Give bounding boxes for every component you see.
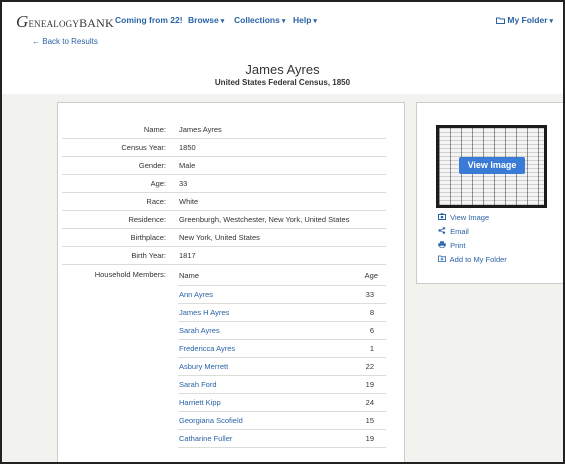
record-subtitle: United States Federal Census, 1850 xyxy=(214,78,351,87)
share-icon xyxy=(438,227,448,236)
field-label: Name: xyxy=(143,125,166,134)
field-row-birth-year: Birth Year: 1817 xyxy=(62,247,386,265)
household-member-age: 1 xyxy=(369,344,374,353)
nav-browse[interactable]: Browse ▾ xyxy=(188,15,224,25)
chevron-down-icon: ▾ xyxy=(220,18,225,25)
household-member-link[interactable]: Fredericca Ayres xyxy=(179,344,235,353)
household-row: Fredericca Ayres 1 xyxy=(178,340,386,358)
field-value: Greenburgh, Westchester, New York, Unite… xyxy=(179,215,350,224)
chevron-down-icon: ▾ xyxy=(313,18,317,25)
field-row-residence: Residence: Greenburgh, Westchester, New … xyxy=(62,211,386,229)
field-row-gender: Gender: Male xyxy=(62,157,386,175)
household-member-link[interactable]: James H Ayres xyxy=(179,308,229,317)
household-row: Ann Ayres 33 xyxy=(178,286,386,304)
field-row-name: Name: James Ayres xyxy=(62,121,386,139)
nav-help[interactable]: Help ▾ xyxy=(293,15,317,25)
email-link[interactable]: Email xyxy=(438,227,469,236)
field-row-race: Race: White xyxy=(62,193,386,211)
field-row-census-year: Census Year: 1850 xyxy=(62,139,386,157)
logo-text: ENEALOGY xyxy=(28,19,80,29)
household-member-link[interactable]: Sarah Ayres xyxy=(179,326,220,335)
household-member-age: 33 xyxy=(365,290,374,299)
household-member-age: 19 xyxy=(365,434,374,443)
nav-coming-from-22[interactable]: Coming from 22! xyxy=(115,15,183,25)
field-row-age: Age: 33 xyxy=(62,175,386,193)
field-label: Race: xyxy=(146,197,166,206)
record-title: James Ayres xyxy=(245,62,320,77)
household-row: Sarah Ford 19 xyxy=(178,376,386,394)
household-member-link[interactable]: Asbury Merrett xyxy=(179,362,228,371)
household-row: James H Ayres 8 xyxy=(178,304,386,322)
field-label: Census Year: xyxy=(121,143,166,152)
household-member-link[interactable]: Harriett Kipp xyxy=(179,398,221,407)
chevron-down-icon: ▾ xyxy=(549,18,554,25)
census-image-thumbnail[interactable]: View Image xyxy=(436,125,547,208)
add-to-my-folder-link[interactable]: Add to My Folder xyxy=(438,255,507,264)
column-header-name: Name xyxy=(179,271,200,280)
field-value: 1850 xyxy=(179,143,196,152)
chevron-down-icon: ▾ xyxy=(281,18,286,25)
household-member-age: 15 xyxy=(365,416,374,425)
genealogybank-logo[interactable]: GENEALOGYBANK xyxy=(16,12,114,32)
back-to-results-link[interactable]: ← Back to Results xyxy=(32,37,98,46)
household-member-link[interactable]: Catharine Fuller xyxy=(179,434,232,443)
household-member-link[interactable]: Sarah Ford xyxy=(179,380,217,389)
field-label: Birthplace: xyxy=(130,233,166,242)
top-navigation: GENEALOGYBANK Coming from 22! Browse ▾ Co… xyxy=(2,2,563,36)
nav-my-folder[interactable]: My Folder ▾ xyxy=(496,15,553,25)
household-row: Harriett Kipp 24 xyxy=(178,394,386,412)
household-row: Georgiana Scofield 15 xyxy=(178,412,386,430)
field-value: White xyxy=(179,197,199,206)
view-image-button[interactable]: View Image xyxy=(459,157,525,174)
logo-initial: G xyxy=(16,12,29,31)
household-member-age: 24 xyxy=(365,398,374,407)
field-label: Gender: xyxy=(138,161,166,170)
folder-icon xyxy=(496,17,505,24)
column-header-age: Age xyxy=(364,271,378,280)
household-member-age: 22 xyxy=(365,362,374,371)
household-member-age: 6 xyxy=(369,326,374,335)
household-member-age: 19 xyxy=(365,380,374,389)
household-member-age: 8 xyxy=(369,308,374,317)
folder-add-icon xyxy=(438,255,448,264)
field-value: 33 xyxy=(179,179,188,188)
field-label: Age: xyxy=(150,179,166,188)
field-value: James Ayres xyxy=(179,125,222,134)
field-row-birthplace: Birthplace: New York, United States xyxy=(62,229,386,247)
household-row: Sarah Ayres 6 xyxy=(178,322,386,340)
arrow-left-icon: ← xyxy=(32,37,40,46)
field-value: 1817 xyxy=(179,251,196,260)
household-member-link[interactable]: Georgiana Scofield xyxy=(179,416,243,425)
census-page-preview: View Image xyxy=(439,128,544,205)
app-window: GENEALOGYBANK Coming from 22! Browse ▾ Co… xyxy=(0,0,565,464)
field-label: Birth Year: xyxy=(131,251,166,260)
nav-collections[interactable]: Collections ▾ xyxy=(234,15,285,25)
household-members-label: Household Members: xyxy=(94,270,166,279)
camera-icon xyxy=(438,213,448,222)
household-member-link[interactable]: Ann Ayres xyxy=(179,290,213,299)
printer-icon xyxy=(438,241,448,250)
logo-bank-text: BANK xyxy=(79,16,114,30)
field-value: New York, United States xyxy=(179,233,260,242)
print-link[interactable]: Print xyxy=(438,241,466,250)
view-image-link[interactable]: View Image xyxy=(438,213,489,222)
household-row: Catharine Fuller 19 xyxy=(178,430,386,448)
household-row: Asbury Merrett 22 xyxy=(178,358,386,376)
field-label: Residence: xyxy=(128,215,166,224)
field-value: Male xyxy=(179,161,196,170)
household-table-header: Name Age xyxy=(178,268,386,286)
